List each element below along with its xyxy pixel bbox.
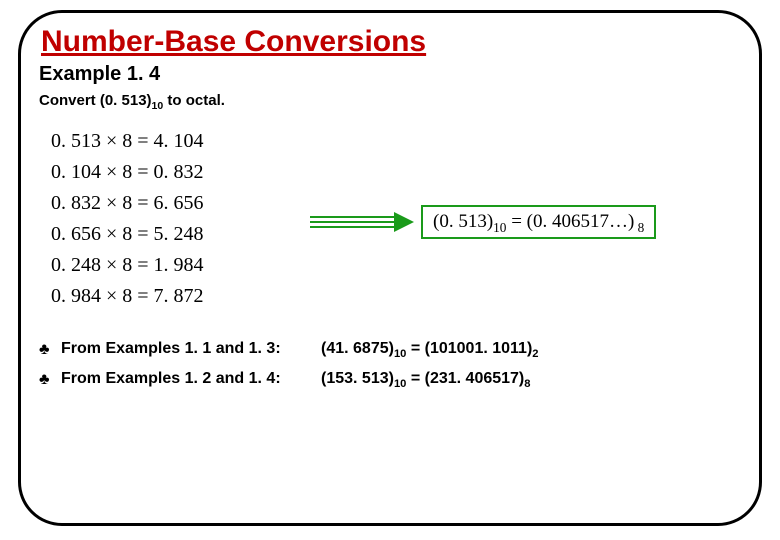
example-label: Example 1. 4 [39,63,741,86]
prompt-prefix: Convert (0. 513) [39,92,152,109]
arrow-icon [306,208,416,236]
slide: Number-Base Conversions Example 1. 4 Con… [0,0,780,540]
result-lhs-sub: 10 [493,219,506,234]
result-box: (0. 513)10 = (0. 406517…) 8 [421,205,656,240]
notes-section: ♣ From Examples 1. 1 and 1. 3: (41. 6875… [39,340,741,390]
note-value-a: (41. 6875) [321,340,394,357]
slide-title: Number-Base Conversions [41,25,741,59]
note-value-eq: = [406,370,424,387]
calc-line: 0. 656 × 8 = 5. 248 [51,219,301,250]
note-label: From Examples 1. 1 and 1. 3: [61,340,321,360]
result-column: (0. 513)10 = (0. 406517…) 8 [421,122,741,322]
result-rhs: (0. 406517…) [527,211,635,232]
content-row: 0. 513 × 8 = 4. 104 0. 104 × 8 = 0. 832 … [39,122,741,322]
calc-line: 0. 104 × 8 = 0. 832 [51,157,301,188]
club-icon: ♣ [39,340,61,360]
note-value-a-sub: 10 [394,378,406,390]
note-value-a-sub: 10 [394,348,406,360]
arrow-column [301,122,421,322]
calculation-column: 0. 513 × 8 = 4. 104 0. 104 × 8 = 0. 832 … [51,126,301,312]
note-value-b-sub: 8 [524,378,530,390]
calc-line: 0. 984 × 8 = 7. 872 [51,281,301,312]
note-value-eq: = [406,340,424,357]
note-row: ♣ From Examples 1. 1 and 1. 3: (41. 6875… [39,340,741,360]
club-icon: ♣ [39,370,61,390]
note-value: (153. 513)10 = (231. 406517)8 [321,370,741,390]
note-row: ♣ From Examples 1. 2 and 1. 4: (153. 513… [39,370,741,390]
slide-frame: Number-Base Conversions Example 1. 4 Con… [18,10,762,526]
prompt-suffix: to octal. [163,92,225,109]
calc-line: 0. 832 × 8 = 6. 656 [51,188,301,219]
note-value-a: (153. 513) [321,370,394,387]
note-value-b: (101001. 1011) [425,340,533,357]
note-value-b-sub: 2 [532,348,538,360]
result-eq: = [506,211,526,232]
note-label: From Examples 1. 2 and 1. 4: [61,370,321,390]
calc-line: 0. 513 × 8 = 4. 104 [51,126,301,157]
note-value: (41. 6875)10 = (101001. 1011)2 [321,340,741,360]
conversion-prompt: Convert (0. 513)10 to octal. [39,92,741,112]
result-lhs: (0. 513) [433,211,493,232]
calc-line: 0. 248 × 8 = 1. 984 [51,250,301,281]
result-rhs-sub: 8 [634,219,644,234]
note-value-b: (231. 406517) [425,370,525,387]
prompt-subscript: 10 [152,100,164,112]
